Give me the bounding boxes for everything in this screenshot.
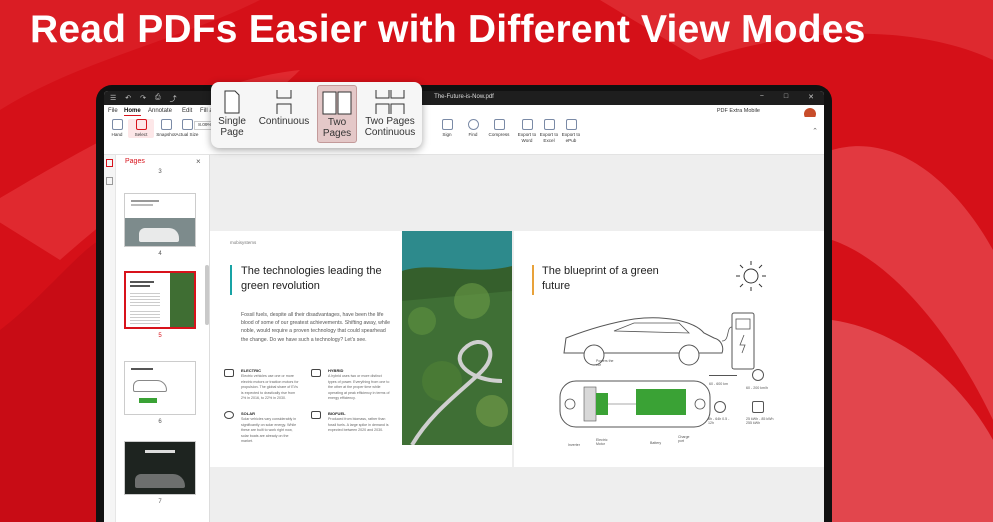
page-icon [181, 119, 193, 130]
single-page-mode-button[interactable]: Single Page [215, 90, 249, 138]
two-pages-icon [322, 91, 352, 115]
sun-icon [736, 261, 766, 291]
item-text: A hybrid uses two or more distinct types… [328, 374, 390, 400]
menu-edit[interactable]: Edit [182, 108, 192, 114]
power-icon [752, 401, 764, 413]
menu-annotate[interactable]: Annotate [148, 108, 172, 114]
panel-close-icon[interactable]: × [196, 157, 201, 166]
item-title: SOLAR [241, 411, 255, 416]
label-charge-port: Charge port [678, 435, 690, 443]
hand-tool-button[interactable]: Hand [104, 119, 130, 138]
page-number: 4 [158, 251, 162, 257]
camera-icon [160, 119, 172, 130]
left-page-body: Fossil fuels, despite all their disadvan… [241, 312, 390, 343]
plug-icon [224, 369, 234, 377]
menu-home[interactable]: Home [124, 108, 141, 116]
item-title: BIOFUEL [328, 411, 346, 416]
item-text: Solar vehicles vary considerably in sign… [241, 417, 297, 443]
stat-range: 60 - 600 km [709, 382, 728, 386]
tablet-device: ☰ ↶ ↷ ⎙ ⤴ The-Future-is-Now.pdf − □ ✕ Fi… [96, 85, 832, 522]
continuous-icon [276, 90, 292, 114]
page-number: 6 [158, 419, 162, 425]
chevron-up-icon[interactable]: ⌃ [812, 127, 818, 135]
item-title: ELECTRIC [241, 368, 261, 373]
label-battery: Battery [650, 441, 662, 445]
export-epub-button[interactable]: Export to ePub [558, 119, 584, 143]
sun-icon [224, 411, 234, 419]
page-thumbnail-6[interactable] [124, 361, 196, 415]
clock-icon [714, 401, 726, 413]
stat-speed: 60 - 200 km/h [746, 386, 768, 390]
view-mode-popover: Single Page Continuous Two Pages Two Pag… [211, 82, 422, 148]
close-button[interactable]: ✕ [808, 93, 814, 101]
bookmarks-tab-icon[interactable] [106, 177, 113, 185]
continuous-mode-button[interactable]: Continuous [255, 90, 313, 127]
minimize-button[interactable]: − [760, 93, 764, 101]
left-page-title: The technologies leading the green revol… [241, 265, 382, 292]
compress-button[interactable]: Compress [484, 119, 514, 138]
menu-file[interactable]: File [108, 108, 118, 114]
pages-panel: Pages × 3 4 5 6 7 [104, 155, 210, 522]
maximize-button[interactable]: □ [784, 93, 788, 101]
find-button[interactable]: Find [460, 119, 486, 138]
search-icon [467, 119, 479, 130]
headline: Read PDFs Easier with Different View Mod… [30, 8, 866, 51]
page-number: 7 [158, 499, 162, 505]
leaf-icon [311, 411, 321, 419]
single-page-icon [224, 90, 240, 114]
page-thumbnail-7[interactable] [124, 441, 196, 495]
document-viewer: mobisystems The technologies leading the… [210, 155, 824, 522]
page-thumbnail-4[interactable] [124, 193, 196, 247]
cursor-icon [135, 119, 147, 130]
pages-tab-icon[interactable] [106, 159, 113, 167]
logo-text: mobisystems [230, 240, 257, 245]
page-thumbnail-5[interactable] [124, 271, 196, 329]
item-text: Produced from biomass, rather than fossi… [328, 417, 389, 432]
forest-road-image [402, 231, 512, 445]
item-title: HYBRID [328, 368, 344, 373]
panel-tab-strip [104, 155, 116, 522]
compress-icon [493, 119, 505, 130]
battery-diagram [559, 380, 711, 428]
right-page: The blueprint of a green future Powers t… [514, 231, 824, 467]
right-page-title: The blueprint of a green future [542, 265, 659, 292]
hand-icon [111, 119, 123, 130]
range-icon [709, 375, 737, 376]
page-number: 3 [158, 169, 162, 175]
word-icon [521, 119, 533, 130]
two-pages-continuous-icon [375, 90, 405, 114]
pen-icon [441, 119, 453, 130]
label-power-car: Powers the car [596, 359, 614, 367]
two-pages-continuous-mode-button[interactable]: Two Pages Continuous [361, 90, 419, 138]
app-screen: ☰ ↶ ↷ ⎙ ⤴ The-Future-is-Now.pdf − □ ✕ Fi… [104, 91, 824, 522]
accent-bar [230, 265, 232, 295]
epub-icon [565, 119, 577, 130]
brand-label: PDF Extra Mobile [716, 108, 760, 114]
panel-title: Pages [125, 158, 145, 165]
page-number-selected: 5 [158, 333, 162, 339]
panel-scrollbar[interactable] [205, 265, 209, 325]
label-electric-motor: Electric Motor [596, 438, 608, 446]
stat-power: 25 kWh - 85 kWh 255 kWh [746, 417, 774, 425]
sign-button[interactable]: Sign [434, 119, 460, 138]
speedometer-icon [752, 369, 764, 381]
accent-bar [532, 265, 534, 295]
excel-icon [543, 119, 555, 130]
hybrid-icon [311, 369, 321, 377]
left-page: mobisystems The technologies leading the… [210, 231, 512, 467]
two-pages-mode-button[interactable]: Two Pages [317, 85, 357, 143]
car-outline-illustration [563, 312, 755, 370]
stat-charge-time: 8h - 64h 0.5 - 12h [708, 417, 730, 425]
label-inverter: Inverter [568, 443, 580, 447]
item-text: Electric vehicles use one or more electr… [241, 374, 299, 400]
